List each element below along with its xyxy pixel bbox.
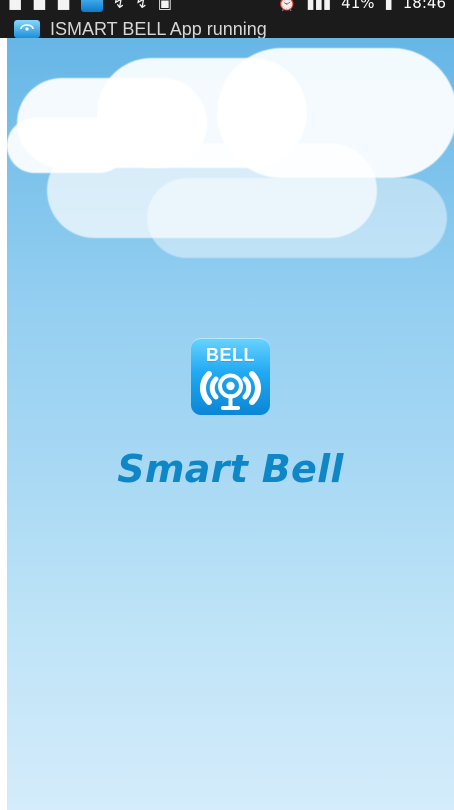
status-row: ■ ■ ■ ↯ ↯ ▣ ⏰ ▮▮▮ 41% ▮ 18:46: [0, 0, 454, 14]
running-notification[interactable]: ISMART BELL App running: [0, 18, 454, 38]
status-left-icons: ■ ■ ■ ↯ ↯ ▣: [8, 0, 172, 14]
app-branding: BELL Smart Bell: [7, 338, 454, 491]
sky-clouds: [7, 38, 454, 298]
square-icon: ■: [56, 0, 71, 12]
battery-percent: 41%: [341, 0, 375, 12]
splash-screen: BELL Smart Bell: [7, 38, 454, 810]
status-time: 18:46: [402, 0, 446, 12]
app-icon: [80, 0, 103, 12]
image-icon: ▣: [157, 0, 172, 12]
system-status-bar: ■ ■ ■ ↯ ↯ ▣ ⏰ ▮▮▮ 41% ▮ 18:46 ISMART BEL…: [0, 0, 454, 38]
status-right-icons: ⏰ ▮▮▮ 41% ▮ 18:46: [278, 0, 446, 14]
signal-icon: ▮▮▮: [306, 0, 332, 12]
wireless-bell-icon: BELL: [191, 338, 270, 415]
wifi-call-icon: ↯: [112, 0, 126, 12]
battery-icon: ▮: [384, 0, 393, 12]
cloud: [147, 178, 447, 258]
alarm-icon: ⏰: [277, 0, 297, 12]
notification-app-icon: [14, 20, 40, 38]
notification-text: ISMART BELL App running: [50, 18, 267, 39]
square-icon: ■: [8, 0, 23, 12]
wifi-call-icon: ↯: [135, 0, 148, 12]
app-title: Smart Bell: [117, 447, 344, 491]
cloud: [7, 118, 127, 173]
square-icon: ■: [32, 0, 47, 12]
